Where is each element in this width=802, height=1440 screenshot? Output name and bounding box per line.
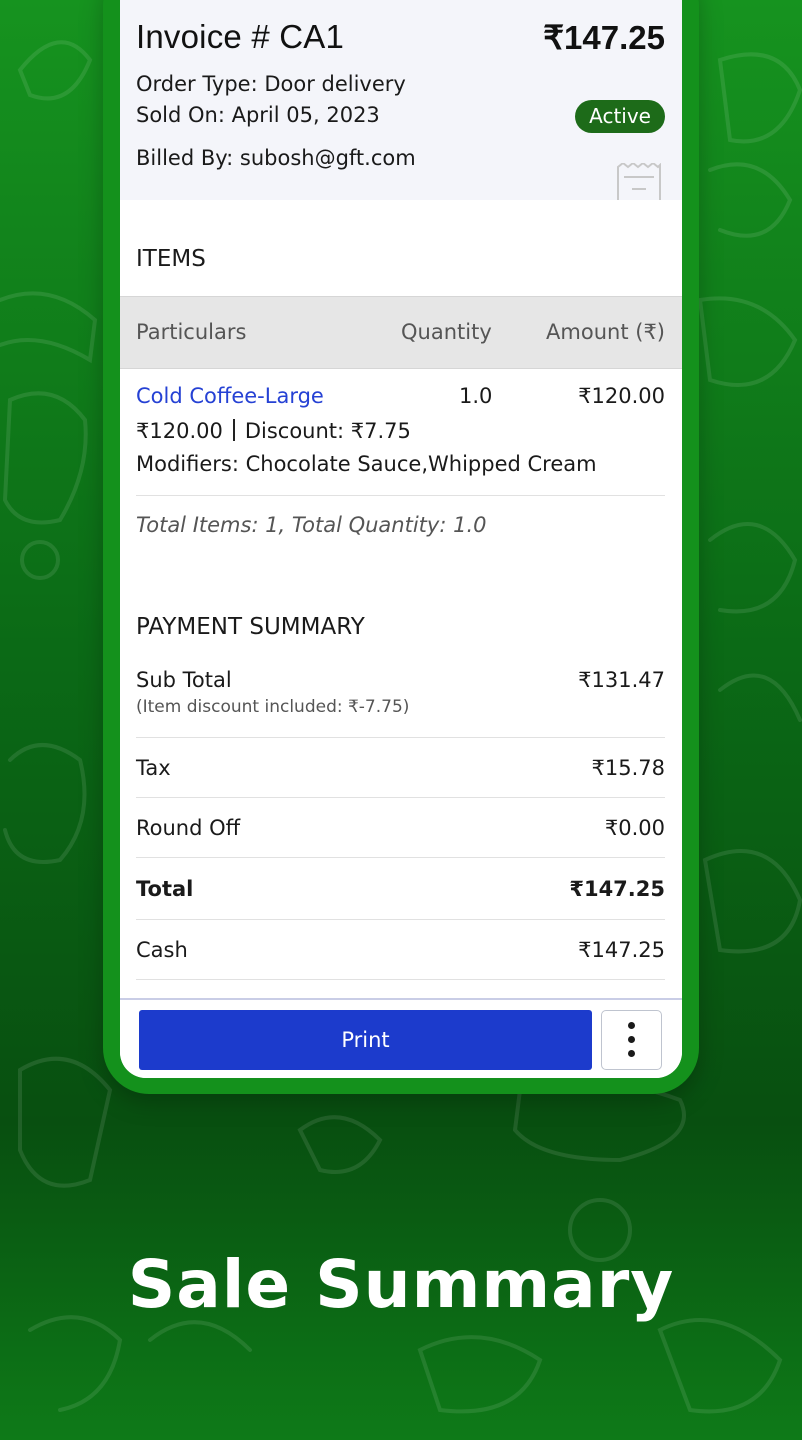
invoice-amount: ₹147.25 bbox=[543, 19, 665, 56]
print-button[interactable]: Print bbox=[139, 1010, 592, 1070]
divider bbox=[136, 737, 665, 738]
column-header-amount: Amount (₹) bbox=[546, 320, 665, 344]
subtotal-value: ₹131.47 bbox=[578, 668, 665, 692]
divider bbox=[136, 797, 665, 798]
status-badge: Active bbox=[575, 100, 665, 133]
bottom-action-bar: Print bbox=[120, 998, 682, 1078]
roundoff-value: ₹0.00 bbox=[604, 816, 665, 840]
items-totals: Total Items: 1, Total Quantity: 1.0 bbox=[136, 513, 487, 537]
sold-on-date: Sold On: April 05, 2023 bbox=[136, 103, 380, 127]
receipt-icon bbox=[617, 163, 661, 200]
invoice-number: Invoice # CA1 bbox=[136, 18, 345, 55]
promo-tagline: Sale Summary bbox=[127, 1246, 675, 1323]
subtotal-note: (Item discount included: ₹-7.75) bbox=[136, 697, 410, 717]
subtotal-label: Sub Total bbox=[136, 668, 232, 692]
order-type: Order Type: Door delivery bbox=[136, 72, 406, 96]
items-section-title: ITEMS bbox=[136, 246, 206, 272]
billed-by: Billed By: subosh@gft.com bbox=[136, 146, 416, 170]
item-name-link[interactable]: Cold Coffee-Large bbox=[136, 384, 324, 408]
divider bbox=[136, 979, 665, 980]
total-label: Total bbox=[136, 877, 194, 901]
divider bbox=[136, 857, 665, 858]
tax-value: ₹15.78 bbox=[591, 756, 665, 780]
item-price: ₹120.00 bbox=[136, 419, 223, 443]
column-header-particulars: Particulars bbox=[136, 320, 247, 344]
divider bbox=[136, 495, 665, 496]
item-discount: Discount: ₹7.75 bbox=[244, 419, 411, 443]
item-amount: ₹120.00 bbox=[578, 384, 665, 408]
column-header-quantity: Quantity bbox=[401, 320, 492, 344]
item-price-discount: ₹120.00 Discount: ₹7.75 bbox=[136, 419, 411, 443]
item-quantity: 1.0 bbox=[459, 384, 493, 408]
divider bbox=[136, 919, 665, 920]
total-value: ₹147.25 bbox=[569, 877, 665, 901]
tax-label: Tax bbox=[136, 756, 171, 780]
invoice-screen: Invoice # CA1 ₹147.25 Order Type: Door d… bbox=[120, 0, 682, 1078]
separator bbox=[232, 419, 235, 441]
cash-label: Cash bbox=[136, 938, 188, 962]
roundoff-label: Round Off bbox=[136, 816, 241, 840]
payment-summary-title: PAYMENT SUMMARY bbox=[136, 614, 365, 640]
more-options-button[interactable] bbox=[601, 1010, 662, 1070]
items-table-header: Particulars Quantity Amount (₹) bbox=[120, 296, 682, 369]
invoice-header: Invoice # CA1 ₹147.25 Order Type: Door d… bbox=[120, 0, 682, 200]
item-modifiers: Modifiers: Chocolate Sauce,Whipped Cream bbox=[136, 452, 597, 476]
cash-value: ₹147.25 bbox=[578, 938, 665, 962]
